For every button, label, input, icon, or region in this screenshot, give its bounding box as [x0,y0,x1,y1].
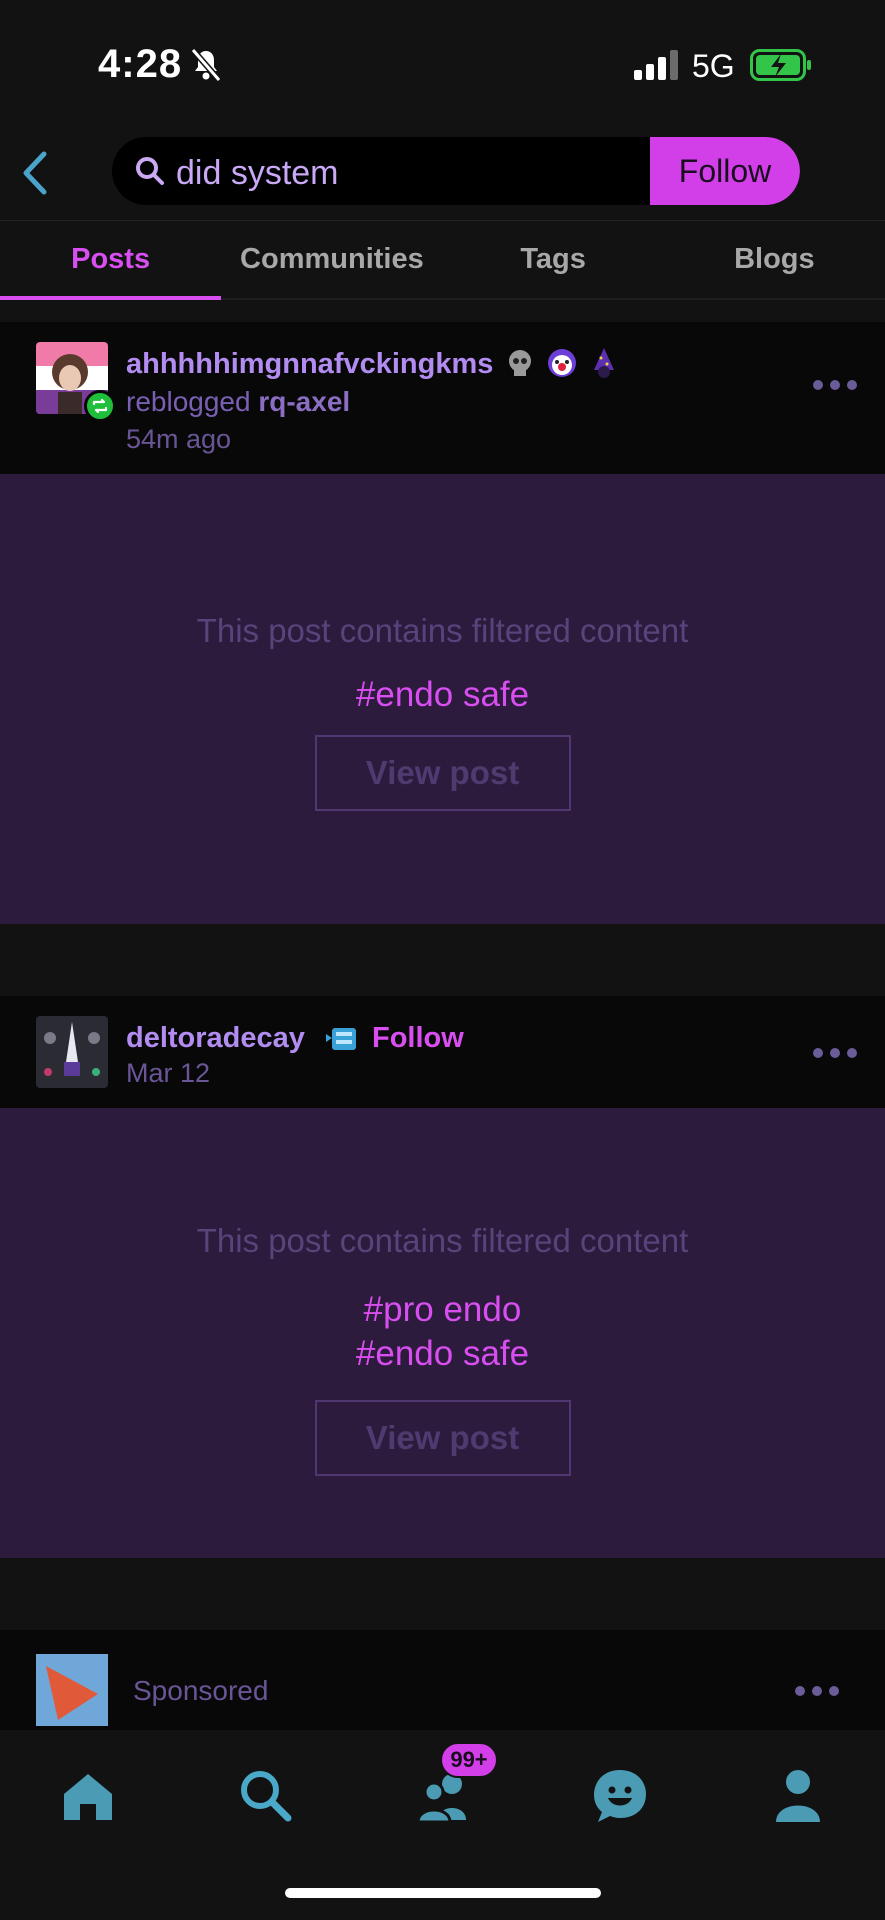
blog-avatar[interactable] [36,1016,108,1088]
reblogged-text: reblogged [126,386,251,417]
search-icon[interactable] [236,1766,296,1826]
post-more-icon[interactable] [813,1048,857,1062]
blog-name[interactable]: deltoradecay [126,1022,305,1055]
search-tabs: Posts Communities Tags Blogs [0,220,885,300]
tab-posts[interactable]: Posts [0,221,222,300]
view-post-button[interactable]: View post [314,735,571,811]
skull-badge-icon [509,350,531,376]
reblogged-from-link[interactable]: rq-axel [258,386,350,417]
post-more-icon[interactable] [813,380,857,394]
filtered-tag: #endo safe [355,1334,530,1373]
network-type: 5G [692,48,735,84]
post-card: deltoradecay Follow Mar 12 This post con… [0,996,885,1558]
filtered-content-block: This post contains filtered content #pro… [0,1108,885,1558]
filtered-message: This post contains filtered content [196,612,689,649]
filtered-content-block: This post contains filtered content #end… [0,474,885,924]
post-time: Mar 12 [126,1058,211,1088]
wizard-badge-icon [594,348,614,378]
reblog-icon [84,390,116,422]
tab-communities[interactable]: Communities [221,221,442,298]
reblog-line: reblogged rq-axel [126,386,350,418]
activity-icon[interactable] [590,1766,650,1826]
sponsored-more-icon[interactable] [795,1686,839,1700]
back-chevron-icon[interactable] [16,148,54,198]
blog-badges [503,346,621,380]
search-bar[interactable]: did system Follow [112,137,800,205]
clown-badge-icon [548,349,576,377]
filtered-tag: #endo safe [355,675,530,714]
communities-count-badge: 99+ [440,1742,498,1778]
tab-tags[interactable]: Tags [443,221,664,298]
divider [0,1558,885,1630]
divider [0,302,885,322]
blog-name[interactable]: ahhhhhimgnnafvckingkms [126,348,493,381]
search-icon [136,157,164,185]
cellular-signal-icon [634,50,678,80]
battery-charging-icon [750,49,811,81]
filtered-tag: #pro endo [363,1290,522,1329]
search-header: did system Follow [0,130,885,220]
home-icon[interactable] [58,1766,118,1826]
search-query[interactable]: did system [176,154,339,193]
post-header: deltoradecay Follow Mar 12 [0,996,885,1108]
divider [0,924,885,996]
view-post-button[interactable]: View post [314,1400,571,1476]
follow-blog-button[interactable]: Follow [372,1022,464,1055]
bell-muted-icon [190,48,222,82]
status-bar: 4:28 5G [0,0,885,130]
post-time: 54m ago [126,424,232,454]
post-card: ahhhhhimgnnafvckingkms reblogged rq-axel [0,322,885,924]
sponsored-label: Sponsored [133,1675,269,1706]
sponsor-avatar[interactable] [36,1654,108,1726]
status-time: 4:28 [98,42,183,86]
home-indicator [285,1888,601,1898]
tab-blogs[interactable]: Blogs [664,221,885,298]
account-icon[interactable] [768,1766,828,1826]
film-badge-icon [326,1028,356,1050]
post-header: ahhhhhimgnnafvckingkms reblogged rq-axel [0,322,885,474]
sponsored-post: Sponsored [0,1630,885,1730]
follow-search-button[interactable]: Follow [650,137,800,205]
filtered-message: This post contains filtered content [196,1222,689,1259]
